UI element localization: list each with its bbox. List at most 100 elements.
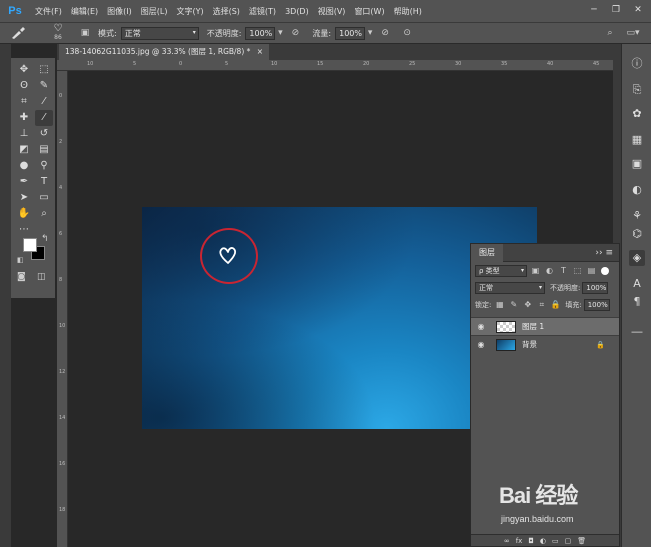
gradient-tool-icon[interactable]: ▤ [35, 142, 53, 158]
flow-dropdown-icon[interactable]: ▾ [366, 26, 374, 40]
eraser-tool-icon[interactable]: ◩ [15, 142, 33, 158]
workspace-switcher-icon[interactable]: ▭▾ [621, 26, 645, 40]
mode-select[interactable]: 正常 ▾ [120, 26, 199, 40]
pressure-opacity-icon[interactable]: ⊘ [288, 26, 302, 40]
layers-tab[interactable]: 图层 [471, 244, 503, 262]
default-colors-icon[interactable]: ◧ [17, 256, 24, 264]
zoom-tool-icon[interactable]: ⌕ [35, 206, 53, 222]
ruler-tick: 8 [59, 277, 63, 283]
filter-adjustment-icon[interactable]: ◐ [544, 265, 555, 276]
airbrush-icon[interactable]: ⊘ [378, 26, 392, 40]
filter-toggle[interactable] [601, 266, 609, 275]
ruler-top: 10 5 0 5 10 15 20 25 30 35 40 45 [57, 60, 613, 71]
libraries-icon[interactable]: ▣ [629, 156, 645, 172]
document-tab[interactable]: 138-14062G11035.jpg @ 33.3% (图层 1, RGB/8… [59, 44, 270, 60]
styles-icon[interactable]: ⚘ [629, 208, 645, 224]
filter-shape-icon[interactable]: ⬚ [572, 265, 583, 276]
layer-row-background[interactable]: ◉ 背景 🔒 [471, 335, 619, 353]
rectangle-tool-icon[interactable]: ▭ [35, 190, 53, 206]
lock-position-icon[interactable]: ✥ [522, 299, 533, 310]
heart-brush-stroke [219, 247, 237, 264]
swap-colors-icon[interactable]: ↰ [41, 234, 49, 244]
clone-stamp-tool-icon[interactable]: ⊥ [15, 126, 33, 142]
hand-tool-icon[interactable]: ✋ [15, 206, 33, 222]
ruler-tick: 12 [59, 369, 66, 375]
swatches-icon[interactable]: ✿ [629, 106, 645, 122]
eyedropper-tool-icon[interactable]: ⁄ [35, 94, 53, 110]
brush-panel-icon[interactable]: ▣ [78, 26, 92, 40]
color-panel-icon[interactable]: ▦ [629, 132, 645, 148]
search-icon[interactable]: ⌕ [603, 26, 617, 40]
restore-button[interactable]: ❐ [607, 3, 625, 17]
info-icon[interactable]: ⓘ [629, 56, 645, 72]
minimize-button[interactable]: ─ [585, 3, 603, 17]
lock-image-icon[interactable]: ✎ [508, 299, 519, 310]
move-tool-icon[interactable]: ✥ [15, 62, 33, 78]
options-bar: ♡ 86 ▣ 模式: 正常 ▾ 不透明度: 100% ▾ ⊘ 流量: 100% ▾… [0, 22, 651, 44]
layer-opacity-input[interactable]: 100% [582, 281, 609, 294]
opacity-input[interactable]: 100% [245, 26, 276, 40]
brush-tool-icon[interactable]: ⁄ [35, 110, 53, 126]
filter-smart-icon[interactable]: ▤ [586, 265, 597, 276]
history-icon[interactable]: ◐ [629, 182, 645, 198]
eye-icon[interactable]: ◉ [474, 340, 488, 349]
eye-icon[interactable]: ◉ [474, 322, 488, 331]
menu-select[interactable]: 选择(S) [213, 6, 240, 17]
collapse-panel-icon[interactable]: ― [629, 324, 645, 340]
filter-kind-select[interactable]: ρ 类型 ▾ [475, 264, 527, 277]
type-tool-icon[interactable]: T [35, 174, 53, 190]
foreground-color-swatch[interactable] [23, 238, 37, 252]
menu-3d[interactable]: 3D(D) [285, 7, 309, 16]
menu-file[interactable]: 文件(F) [35, 6, 62, 17]
paths-icon[interactable]: ⌬ [629, 226, 645, 242]
panel-menu-icon[interactable]: ›› ≡ [595, 244, 613, 262]
blend-mode-select[interactable]: 正常 ▾ [475, 281, 545, 294]
close-tab-icon[interactable]: × [257, 47, 263, 56]
dodge-tool-icon[interactable]: ⚲ [35, 158, 53, 174]
pressure-size-icon[interactable]: ⊙ [400, 26, 414, 40]
chevron-down-icon: ▾ [192, 28, 196, 36]
marquee-tool-icon[interactable]: ⬚ [35, 62, 53, 78]
flow-input[interactable]: 100% [335, 26, 366, 40]
edit-toolbar-icon[interactable]: ⋯ [15, 222, 33, 238]
ruler-tick: 18 [59, 507, 66, 513]
filter-pixel-icon[interactable]: ▣ [530, 265, 541, 276]
lock-all-icon[interactable]: 🔒 [550, 299, 561, 310]
properties-icon[interactable]: ⎘ [629, 82, 645, 98]
ruler-tick: 35 [501, 61, 508, 67]
menu-type[interactable]: 文字(Y) [176, 6, 203, 17]
menu-layer[interactable]: 图层(L) [141, 6, 168, 17]
layer-filter-row: ρ 类型 ▾ ▣ ◐ T ⬚ ▤ [471, 262, 619, 279]
menu-help[interactable]: 帮助(H) [394, 6, 422, 17]
menu-window[interactable]: 窗口(W) [354, 6, 384, 17]
menu-image[interactable]: 图像(I) [107, 6, 132, 17]
filter-type-icon[interactable]: T [558, 265, 569, 276]
menu-filter[interactable]: 滤镜(T) [249, 6, 276, 17]
brush-tool-preset-icon[interactable] [6, 24, 30, 42]
screen-mode-icon[interactable]: ◫ [37, 272, 46, 282]
blur-tool-icon[interactable]: ● [15, 158, 33, 174]
ruler-tick: 10 [271, 61, 278, 67]
lock-transparent-icon[interactable]: ▦ [494, 299, 505, 310]
opacity-dropdown-icon[interactable]: ▾ [276, 26, 284, 40]
lasso-tool-icon[interactable]: ʘ [15, 78, 33, 94]
fill-input[interactable]: 100% [583, 298, 610, 311]
history-brush-tool-icon[interactable]: ↺ [35, 126, 53, 142]
quick-select-tool-icon[interactable]: ✎ [35, 78, 53, 94]
brush-size-picker[interactable]: ♡ 86 [48, 23, 68, 43]
lock-artboard-icon[interactable]: ⌗ [536, 299, 547, 310]
close-button[interactable]: ✕ [629, 3, 647, 17]
menu-view[interactable]: 视图(V) [318, 6, 346, 17]
quick-mask-icon[interactable]: ◙ [17, 272, 26, 282]
path-select-tool-icon[interactable]: ➤ [15, 190, 33, 206]
left-gutter [0, 44, 11, 547]
layers-panel-icon[interactable]: ◈ [629, 250, 645, 266]
paragraph-icon[interactable]: ¶ [629, 294, 645, 310]
healing-brush-tool-icon[interactable]: ✚ [15, 110, 33, 126]
document-tab-bar: 138-14062G11035.jpg @ 33.3% (图层 1, RGB/8… [57, 44, 613, 60]
layer-row-layer1[interactable]: ◉ 图层 1 [471, 317, 619, 335]
pen-tool-icon[interactable]: ✒ [15, 174, 33, 190]
crop-tool-icon[interactable]: ⌗ [15, 94, 33, 110]
menu-edit[interactable]: 编辑(E) [71, 6, 98, 17]
character-icon[interactable]: A [629, 276, 645, 292]
